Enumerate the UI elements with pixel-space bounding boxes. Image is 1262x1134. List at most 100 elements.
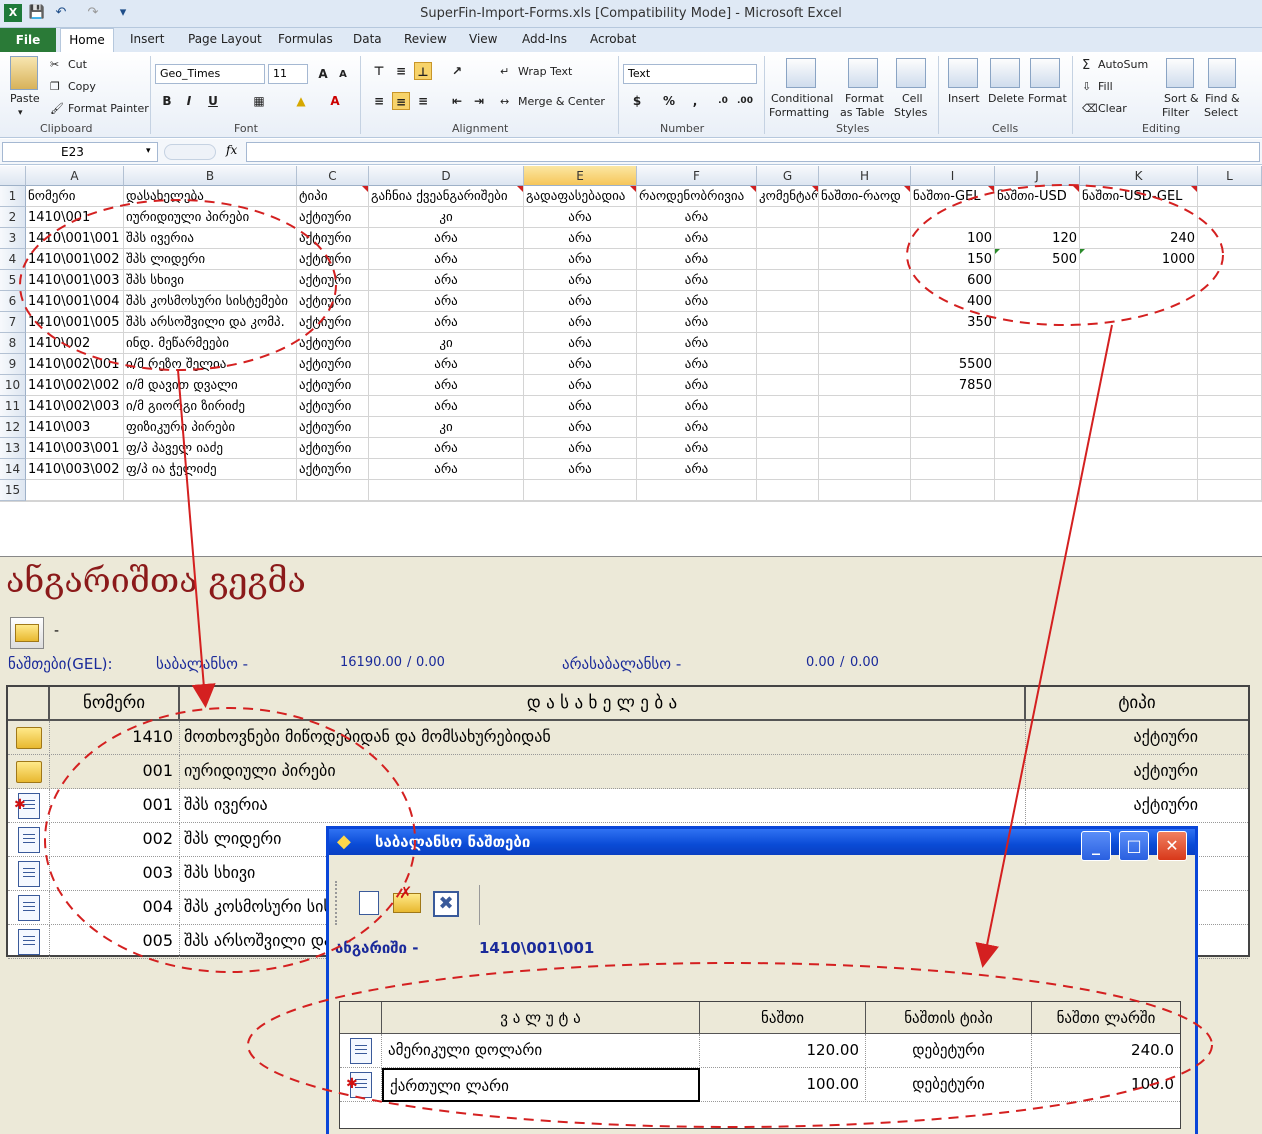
cell-g1[interactable]: კომენტარი [757,186,819,207]
cell-i9[interactable]: 5500 [911,354,995,375]
row-header[interactable]: 15 [0,480,26,501]
cell-d6[interactable]: არა [369,291,524,312]
cell-j7[interactable] [995,312,1080,333]
cell-i11[interactable] [911,396,995,417]
tab-formulas[interactable]: Formulas [278,32,333,46]
cell-b2[interactable]: იურიდიული პირები [124,207,297,228]
cell-b9[interactable]: ი/მ რეზო შელია [124,354,297,375]
cell-j12[interactable] [995,417,1080,438]
decrease-decimal-icon[interactable]: .00 [736,92,754,110]
cell-j2[interactable] [995,207,1080,228]
cell-a8[interactable]: 1410\002 [26,333,124,354]
cell-e12[interactable]: არა [524,417,637,438]
cell-c2[interactable]: აქტიური [297,207,369,228]
dialog-header-balance-gel[interactable]: ნაშთი ლარში [1032,1002,1180,1034]
column-header-j[interactable]: J [995,166,1080,186]
cell-f2[interactable]: არა [637,207,757,228]
cell-b14[interactable]: ფ/პ ია ჭელიძე [124,459,297,480]
cell-k8[interactable] [1080,333,1198,354]
cell-l8[interactable] [1198,333,1262,354]
cell-g9[interactable] [757,354,819,375]
cell-d3[interactable]: არა [369,228,524,249]
format-as-table-icon[interactable] [848,58,878,88]
cell-j14[interactable] [995,459,1080,480]
cell-d1[interactable]: გაჩნია ქვეანგარიშები [369,186,524,207]
cell-j10[interactable] [995,375,1080,396]
copy-icon[interactable]: ❐ [50,80,60,93]
cell-b12[interactable]: ფიზიკური პირები [124,417,297,438]
column-header-g[interactable]: G [757,166,819,186]
cell-k14[interactable] [1080,459,1198,480]
cell-f3[interactable]: არა [637,228,757,249]
name-box-dropdown-icon[interactable]: ▾ [146,146,151,156]
cell-a5[interactable]: 1410\001\003 [26,270,124,291]
cell-a14[interactable]: 1410\003\002 [26,459,124,480]
cell-b10[interactable]: ი/მ დავით დვალი [124,375,297,396]
fill-color-icon[interactable]: ▲ [292,92,310,110]
cell-e10[interactable]: არა [524,375,637,396]
cell-k1[interactable]: ნაშთი-USD-GEL [1080,186,1198,207]
cell-b15[interactable] [124,480,297,501]
row-header[interactable]: 13 [0,438,26,459]
cell-i3[interactable]: 100 [911,228,995,249]
wrap-text-button[interactable]: Wrap Text [518,65,572,78]
cell-h3[interactable] [819,228,911,249]
column-header-e[interactable]: E [524,166,637,186]
cell-l12[interactable] [1198,417,1262,438]
worksheet-grid[interactable]: A B C D E F G H I J K L 1 ნომერი დასახელება ტიპი გაჩნია … [0,166,1262,502]
find-select-icon[interactable] [1208,58,1236,88]
dialog-header-balance-type[interactable]: ნაშთის ტიპი [866,1002,1032,1034]
select-all-corner[interactable] [0,166,26,186]
cell-d7[interactable]: არა [369,312,524,333]
shrink-font-icon[interactable]: A [334,66,352,84]
cell-a2[interactable]: 1410\001 [26,207,124,228]
dialog-header-currency[interactable]: ვ ა ლ უ ტ ა [382,1002,700,1034]
align-center-icon[interactable]: ≡ [392,92,410,110]
cell-j3[interactable]: 120 [995,228,1080,249]
format-cells-icon[interactable] [1030,58,1060,88]
format-as-table-label-1[interactable]: Format [845,92,884,105]
cell-h12[interactable] [819,417,911,438]
cell-h14[interactable] [819,459,911,480]
cell-c9[interactable]: აქტიური [297,354,369,375]
cell-f6[interactable]: არა [637,291,757,312]
cell-c4[interactable]: აქტიური [297,249,369,270]
cut-button[interactable]: Cut [68,58,87,71]
conditional-formatting-label-2[interactable]: Formatting [769,106,829,119]
cell-i12[interactable] [911,417,995,438]
fill-icon[interactable]: ⇩ [1082,80,1091,93]
number-format-combo[interactable]: Text [623,64,757,84]
cell-f14[interactable]: არა [637,459,757,480]
cell-k15[interactable] [1080,480,1198,501]
cell-f15[interactable] [637,480,757,501]
currency-icon[interactable]: $ [628,92,646,110]
cell-c7[interactable]: აქტიური [297,312,369,333]
autosum-button[interactable]: AutoSum [1098,58,1148,71]
cell-g13[interactable] [757,438,819,459]
cell-k7[interactable] [1080,312,1198,333]
account-row[interactable]: 001 იურიდიული პირები აქტიური [8,755,1248,789]
cell-e6[interactable]: არა [524,291,637,312]
conditional-formatting-label-1[interactable]: Conditional [771,92,833,105]
formula-bar-expander[interactable] [164,144,216,160]
row-header[interactable]: 10 [0,375,26,396]
cell-styles-icon[interactable] [896,58,926,88]
cell-b7[interactable]: შპს არსოშვილი და კომპ. [124,312,297,333]
cell-g11[interactable] [757,396,819,417]
cell-g6[interactable] [757,291,819,312]
table-header-number[interactable]: ნომერი [50,687,180,721]
cell-i4[interactable]: 150 [911,249,995,270]
cell-g2[interactable] [757,207,819,228]
balance-row[interactable]: ✱ ქართული ლარი 100.00 დებეტური 100.0 [340,1068,1180,1102]
cell-g5[interactable] [757,270,819,291]
cell-g8[interactable] [757,333,819,354]
cell-h13[interactable] [819,438,911,459]
cell-k6[interactable] [1080,291,1198,312]
cell-i14[interactable] [911,459,995,480]
clear-button[interactable]: Clear [1098,102,1127,115]
align-top-icon[interactable]: ⊤ [370,62,388,80]
cell-e14[interactable]: არა [524,459,637,480]
font-name-combo[interactable]: Geo_Times [155,64,265,84]
cell-k4[interactable]: 1000 [1080,249,1198,270]
cell-h10[interactable] [819,375,911,396]
